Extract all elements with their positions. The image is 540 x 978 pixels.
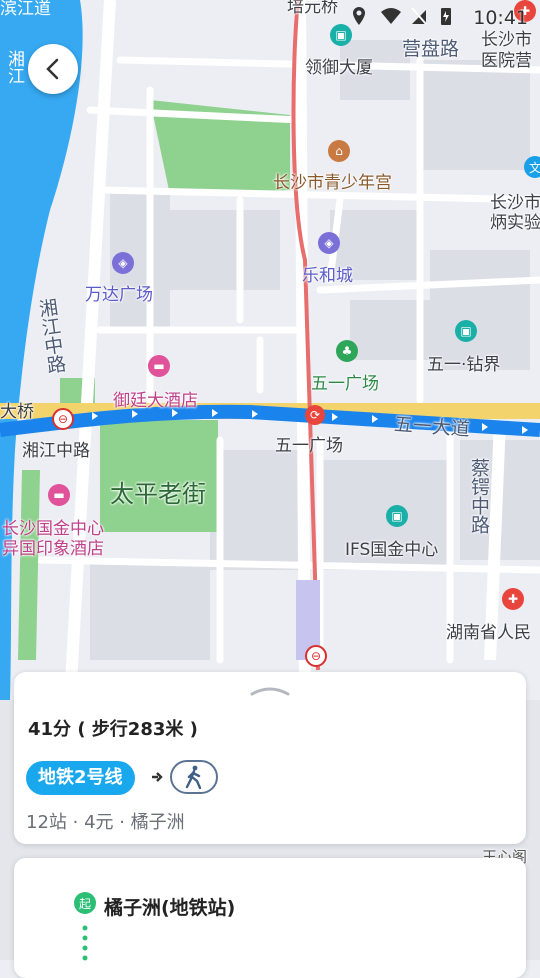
museum-icon[interactable]: ⌂ [328, 140, 350, 162]
back-button[interactable] [28, 44, 78, 94]
park-tree-icon[interactable]: ♣ [336, 340, 358, 362]
status-bar: 10:41 [0, 0, 540, 34]
station-name: 橘子洲(地铁站) [104, 897, 236, 919]
shopping-bag-icon[interactable]: ◈ [318, 232, 340, 254]
walk-segment [170, 760, 218, 794]
station-list-card[interactable]: 起 橘子洲(地铁站) [14, 858, 526, 978]
map-label: 五一大道 [393, 413, 471, 441]
route-details: 12站 · 4元 · 橘子洲 [26, 812, 185, 833]
map-label: 湖南省人民 [446, 623, 531, 643]
map-label: 五一·钻界 [427, 355, 501, 375]
map-label: 万达广场 [85, 285, 153, 305]
map-label: IFS国金中心 [345, 540, 439, 560]
arrow-right-icon [152, 772, 163, 782]
shopping-bag-icon[interactable]: ◈ [112, 252, 134, 274]
start-badge: 起 [74, 892, 96, 914]
battery-icon [440, 6, 458, 26]
map-label: 湘江 [4, 50, 24, 84]
map-label: 大桥 [0, 402, 34, 422]
office-building-icon[interactable]: ▣ [386, 505, 408, 527]
map-label: 异国印象酒店 [2, 539, 104, 559]
hotel-bed-icon[interactable]: ▬ [48, 484, 70, 506]
route-dots [82, 925, 88, 961]
map-label: 营盘路 [402, 38, 460, 60]
status-time: 10:41 [473, 7, 528, 29]
map-label: 五一广场 [311, 374, 379, 394]
metro-station-icon[interactable]: ⊖ [305, 645, 327, 667]
office-building-icon[interactable]: ▣ [455, 320, 477, 342]
route-summary: 41分 ( 步行283米 ) [28, 719, 198, 740]
signal-icon [410, 6, 428, 26]
route-option-card[interactable]: 41分 ( 步行283米 ) 地铁2号线 12站 · 4元 · 橘子洲 [14, 672, 526, 844]
drag-handle-icon[interactable] [250, 684, 290, 696]
map-label: 领御大厦 [305, 58, 373, 78]
hospital-cross-icon[interactable]: ✚ [502, 588, 524, 610]
map-label: 五一广场 [275, 436, 343, 456]
map-label: 蔡锷中路 [468, 458, 490, 534]
map-label: 长沙市 医院营 [481, 30, 532, 71]
map-label: 炳实验 [490, 213, 540, 233]
metro-line-badge: 地铁2号线 [26, 761, 135, 795]
map-label: 湘江中路 [22, 441, 90, 461]
culture-icon[interactable]: 文 [524, 156, 540, 178]
map-label: 太平老街 [110, 480, 206, 508]
status-icons [350, 6, 458, 26]
location-icon [350, 6, 368, 26]
metro-station-icon[interactable]: ⊖ [52, 408, 74, 430]
metro-transfer-icon[interactable]: ⟳ [305, 405, 325, 425]
hotel-bed-icon[interactable]: ▬ [148, 355, 170, 377]
map-label: 御廷大酒店 [113, 391, 198, 411]
map-label: 乐和城 [302, 266, 353, 286]
wifi-icon [380, 6, 401, 26]
walking-person-icon [185, 765, 202, 789]
chevron-left-icon [46, 58, 59, 80]
map-label: 长沙市青少年宫 [273, 173, 392, 193]
